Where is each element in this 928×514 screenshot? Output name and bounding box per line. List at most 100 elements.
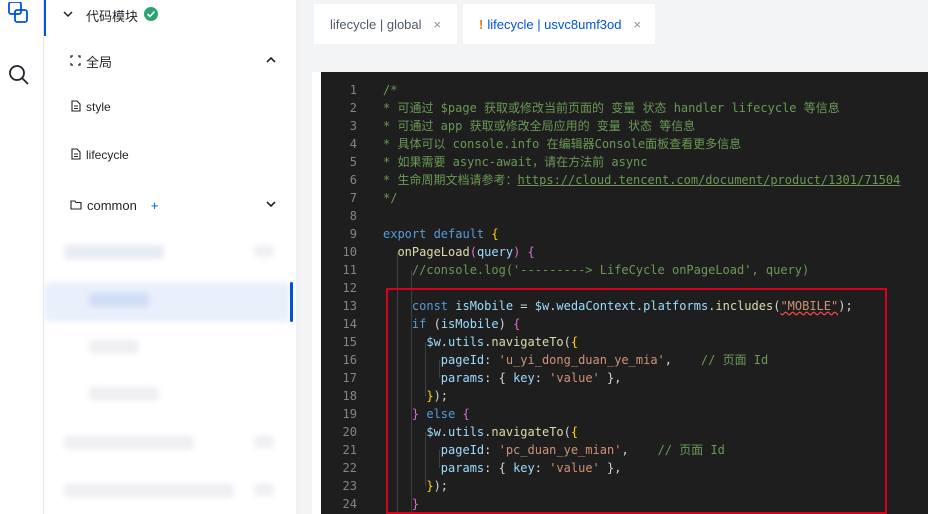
- code-text: */: [383, 189, 397, 207]
- code-line: 10 onPageLoad(query) {: [321, 243, 928, 261]
- close-icon[interactable]: ×: [434, 17, 442, 32]
- code-token: //console.log('---------> LifeCycle onPa…: [383, 263, 810, 277]
- code-token: {: [491, 227, 499, 241]
- redacted-item: [254, 484, 274, 496]
- code-token: query: [476, 245, 514, 259]
- code-text: * 生命周期文档请参考：https://cloud.tencent.com/do…: [383, 171, 900, 189]
- line-number: 6: [349, 173, 357, 187]
- line-number: 21: [342, 443, 357, 457]
- line-number: 17: [342, 371, 357, 385]
- tree-item-label: common: [87, 197, 137, 213]
- line-number: 16: [342, 353, 357, 367]
- code-line: 7 */: [321, 189, 928, 207]
- code-token: * 可通过 $page 获取或修改当前页面的 变量 状态 handler lif…: [383, 101, 840, 115]
- chevron-up-icon[interactable]: [265, 54, 277, 69]
- code-text: * 可通过 app 获取或修改全局应用的 变量 状态 等信息: [383, 117, 695, 135]
- code-module-header[interactable]: 代码模块: [44, 4, 294, 26]
- tree-item-common[interactable]: common +: [44, 194, 294, 216]
- tree-item-label: lifecycle: [86, 148, 129, 162]
- code-line: 9 export default {: [321, 225, 928, 243]
- code-text: onPageLoad(query) {: [383, 243, 535, 261]
- code-line: 3 * 可通过 app 获取或修改全局应用的 变量 状态 等信息: [321, 117, 928, 135]
- line-number: 20: [342, 425, 357, 439]
- code-text: export default {: [383, 225, 499, 243]
- code-token: onPageLoad: [383, 245, 470, 259]
- code-text: //console.log('---------> LifeCycle onPa…: [383, 261, 809, 279]
- code-line: 1 /*: [321, 81, 928, 99]
- line-number: 1: [349, 83, 357, 97]
- code-text: * 可通过 $page 获取或修改当前页面的 变量 状态 handler lif…: [383, 99, 840, 117]
- folder-icon: [70, 198, 82, 213]
- tree-item-lifecycle[interactable]: lifecycle: [44, 144, 294, 166]
- copy-icon[interactable]: [7, 1, 31, 26]
- code-token: * 生命周期文档请参考：: [383, 173, 518, 187]
- activity-bar: [0, 0, 44, 514]
- tab-lifecycle-global[interactable]: lifecycle | global ×: [314, 4, 457, 44]
- line-number: 10: [342, 245, 357, 259]
- close-icon[interactable]: ×: [634, 17, 642, 32]
- code-token: * 可通过 app 获取或修改全局应用的 变量 状态 等信息: [383, 119, 696, 133]
- chevron-down-icon[interactable]: [265, 198, 277, 213]
- selected-row-highlight: [44, 282, 290, 322]
- redacted-item: [64, 436, 194, 450]
- tab-label: lifecycle | usvc8umf3od: [487, 16, 622, 32]
- line-number: 5: [349, 155, 357, 169]
- line-number: 24: [342, 497, 357, 511]
- line-number: 12: [342, 281, 357, 295]
- tab-label: lifecycle | global: [330, 16, 422, 32]
- redacted-item: [254, 245, 274, 257]
- line-number: 19: [342, 407, 357, 421]
- line-number: 9: [349, 227, 357, 241]
- tree-item-style[interactable]: style: [44, 96, 294, 118]
- highlight-annotation: [386, 288, 887, 514]
- redacted-item: [89, 293, 149, 307]
- tree-item-label: 全局: [86, 54, 113, 70]
- code-token: * 具体可以 console.info 在编辑器Console面板查看更多信息: [383, 137, 742, 151]
- search-icon[interactable]: [7, 63, 31, 87]
- code-text: * 具体可以 console.info 在编辑器Console面板查看更多信息: [383, 135, 741, 153]
- scope-icon: [70, 54, 81, 69]
- modified-indicator: !: [479, 16, 484, 32]
- line-number: 15: [342, 335, 357, 349]
- line-number: 3: [349, 119, 357, 133]
- line-number: 11: [342, 263, 357, 277]
- code-line: 11 //console.log('---------> LifeCycle o…: [321, 261, 928, 279]
- line-number: 14: [342, 317, 357, 331]
- code-line: 6 * 生命周期文档请参考：https://cloud.tencent.com/d…: [321, 171, 928, 189]
- chevron-down-icon[interactable]: [62, 8, 74, 23]
- code-line: 5 * 如果需要 async-await，请在方法前 async: [321, 153, 928, 171]
- line-number: 13: [342, 299, 357, 313]
- file-icon: [71, 147, 81, 163]
- tree-item-label: style: [86, 100, 111, 114]
- add-file-button[interactable]: +: [151, 198, 159, 213]
- code-text: * 如果需要 async-await，请在方法前 async: [383, 153, 648, 171]
- code-token: */: [383, 191, 398, 205]
- line-number: 2: [349, 101, 357, 115]
- code-text: /*: [383, 81, 397, 99]
- code-token: {: [527, 245, 535, 259]
- file-icon: [71, 99, 81, 115]
- line-number: 18: [342, 389, 357, 403]
- code-line: 4 * 具体可以 console.info 在编辑器Console面板查看更多信息: [321, 135, 928, 153]
- line-number: 4: [349, 137, 357, 151]
- sidebar-scrollbar[interactable]: [290, 282, 293, 322]
- code-token: * 如果需要 async-await，请在方法前 async: [383, 155, 648, 169]
- tab-lifecycle-usvc8umf3od[interactable]: ! lifecycle | usvc8umf3od ×: [463, 4, 655, 44]
- redacted-item: [64, 484, 234, 498]
- redacted-item: [64, 245, 164, 259]
- code-line: 8: [321, 207, 928, 225]
- code-token: (: [469, 245, 477, 259]
- code-token: /*: [383, 83, 398, 97]
- line-number: 7: [349, 191, 357, 205]
- section-title: 代码模块: [86, 8, 139, 24]
- code-token: export default: [383, 227, 492, 241]
- redacted-item: [89, 340, 139, 354]
- redacted-item: [254, 436, 274, 448]
- tree-item-global[interactable]: 全局: [44, 50, 294, 72]
- redacted-item: [89, 387, 159, 401]
- active-indicator: [44, 0, 46, 36]
- line-number: 23: [342, 479, 357, 493]
- file-tree-sidebar: 代码模块 全局 style lifecycle common +: [44, 0, 298, 514]
- code-line: 2 * 可通过 $page 获取或修改当前页面的 变量 状态 handler li…: [321, 99, 928, 117]
